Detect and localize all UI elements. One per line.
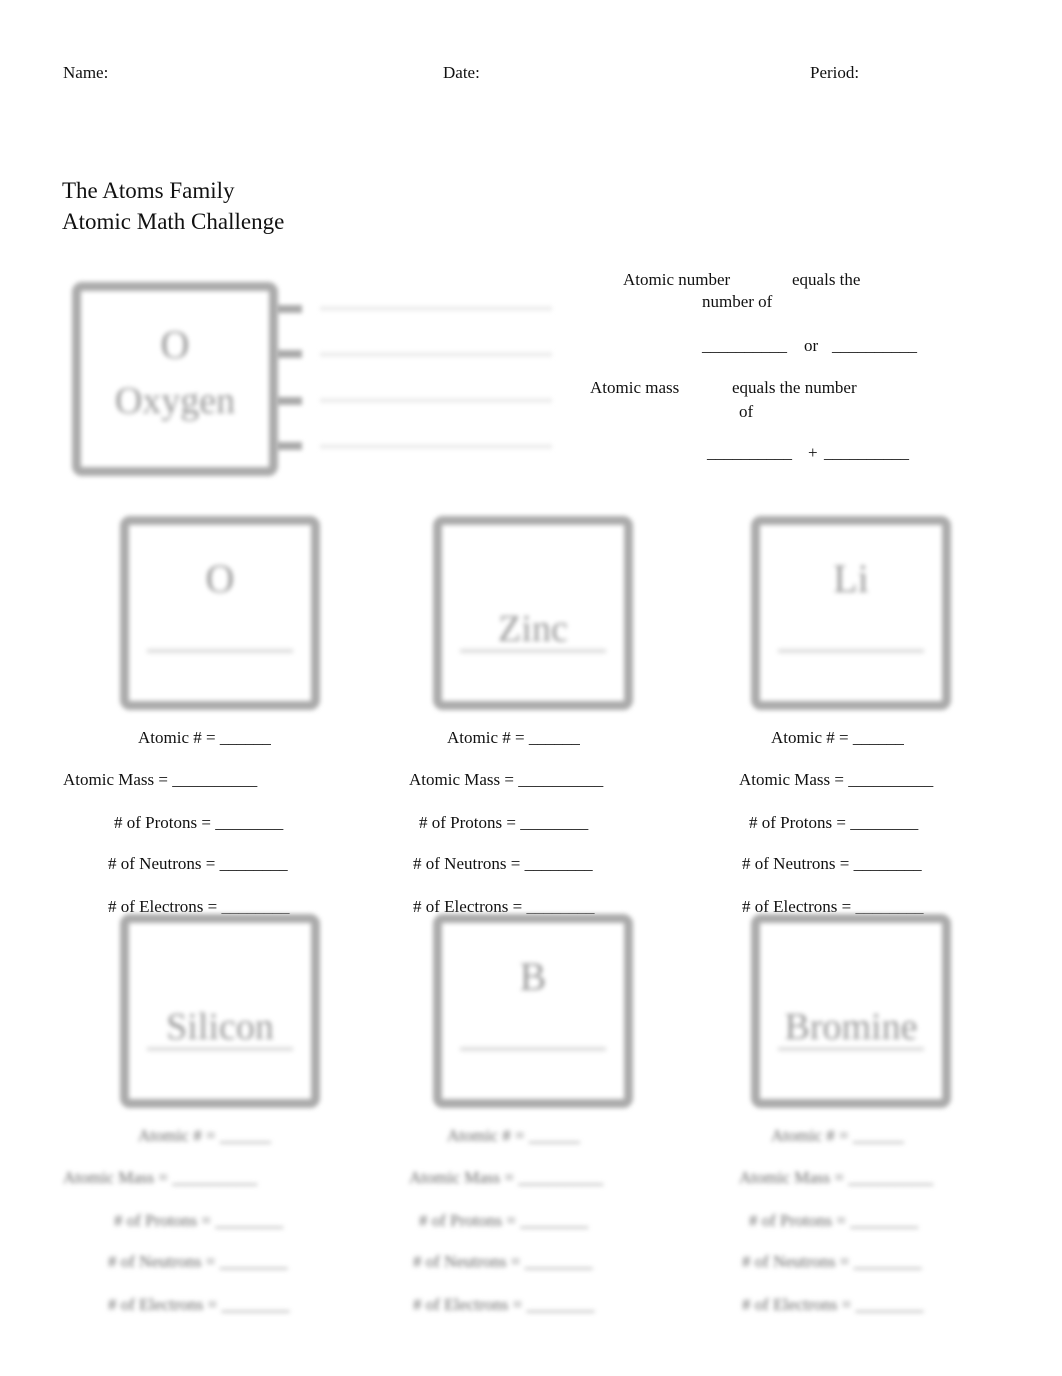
label-line [320,352,552,357]
def-text: or [804,336,819,355]
field-atomic-mass[interactable]: Atomic Mass = __________ [63,1168,257,1188]
date-label: Date: [443,63,480,82]
def-text: equals the [792,270,861,289]
field-electrons[interactable]: # of Electrons = ________ [742,1295,923,1315]
blank-line [460,1047,606,1051]
example-element-box: O Oxygen [72,282,278,476]
field-neutrons[interactable]: # of Neutrons = ________ [108,854,288,874]
field-protons[interactable]: # of Protons = ________ [419,1211,588,1231]
field-atomic-mass[interactable]: Atomic Mass = __________ [63,770,257,790]
answer-blank[interactable]: __________ [832,336,917,356]
field-atomic-mass[interactable]: Atomic Mass = __________ [409,1168,603,1188]
def-text: + [808,443,818,462]
field-protons[interactable]: # of Protons = ________ [114,813,283,833]
name-label: Name: [63,63,109,82]
page-title: The Atoms Family [62,178,235,203]
blank-line [147,649,293,653]
field-protons[interactable]: # of Protons = ________ [114,1211,283,1231]
field-atomic-num[interactable]: Atomic # = ______ [771,1126,904,1146]
pointer [276,397,302,405]
field-neutrons[interactable]: # of Neutrons = ________ [742,854,922,874]
element-box: Li [751,516,951,710]
field-atomic-num[interactable]: Atomic # = ______ [138,1126,271,1146]
answer-blank[interactable]: __________ [702,336,787,356]
element-symbol: B [519,954,547,999]
field-electrons[interactable]: # of Electrons = ________ [413,1295,594,1315]
element-name: Oxygen [114,380,236,422]
field-atomic-num[interactable]: Atomic # = ______ [138,728,271,748]
pointer [276,305,302,313]
field-protons[interactable]: # of Protons = ________ [749,813,918,833]
field-electrons[interactable]: # of Electrons = ________ [108,1295,289,1315]
element-symbol: O [160,322,190,367]
element-box: B [433,914,633,1108]
label-line [320,306,552,311]
element-box: Bromine [751,914,951,1108]
field-atomic-num[interactable]: Atomic # = ______ [771,728,904,748]
field-atomic-num[interactable]: Atomic # = ______ [447,1126,580,1146]
field-neutrons[interactable]: # of Neutrons = ________ [742,1252,922,1272]
field-protons[interactable]: # of Protons = ________ [749,1211,918,1231]
blank-line [147,1047,293,1051]
label-line [320,398,552,403]
element-box: O [120,516,320,710]
blank-line [778,1047,924,1051]
def-text: number of [702,292,773,311]
element-name: Zinc [498,608,568,650]
page-subtitle: Atomic Math Challenge [62,209,285,234]
element-symbol: Li [833,556,869,601]
field-protons[interactable]: # of Protons = ________ [419,813,588,833]
label-line [320,444,552,449]
worksheet-page: Name: Date: Period: The Atoms Family Ato… [0,0,1062,1376]
def-text: equals the number [732,378,857,397]
def-text: of [739,402,754,421]
blank-line [778,649,924,653]
element-name: Bromine [784,1006,918,1048]
element-box: Silicon [120,914,320,1108]
field-atomic-mass[interactable]: Atomic Mass = __________ [409,770,603,790]
element-name: Silicon [166,1006,274,1048]
field-atomic-num[interactable]: Atomic # = ______ [447,728,580,748]
element-box: Zinc [433,516,633,710]
answer-blank[interactable]: __________ [824,443,909,463]
blank-line [460,649,606,653]
field-neutrons[interactable]: # of Neutrons = ________ [413,854,593,874]
field-atomic-mass[interactable]: Atomic Mass = __________ [739,770,933,790]
answer-blank[interactable]: __________ [707,443,792,463]
pointer [276,350,302,358]
field-neutrons[interactable]: # of Neutrons = ________ [413,1252,593,1272]
field-neutrons[interactable]: # of Neutrons = ________ [108,1252,288,1272]
atomic-mass-term: Atomic mass [590,378,680,397]
element-symbol: O [205,556,235,601]
pointer [276,442,302,450]
atomic-number-term: Atomic number [623,270,731,289]
period-label: Period: [810,63,860,82]
field-atomic-mass[interactable]: Atomic Mass = __________ [739,1168,933,1188]
